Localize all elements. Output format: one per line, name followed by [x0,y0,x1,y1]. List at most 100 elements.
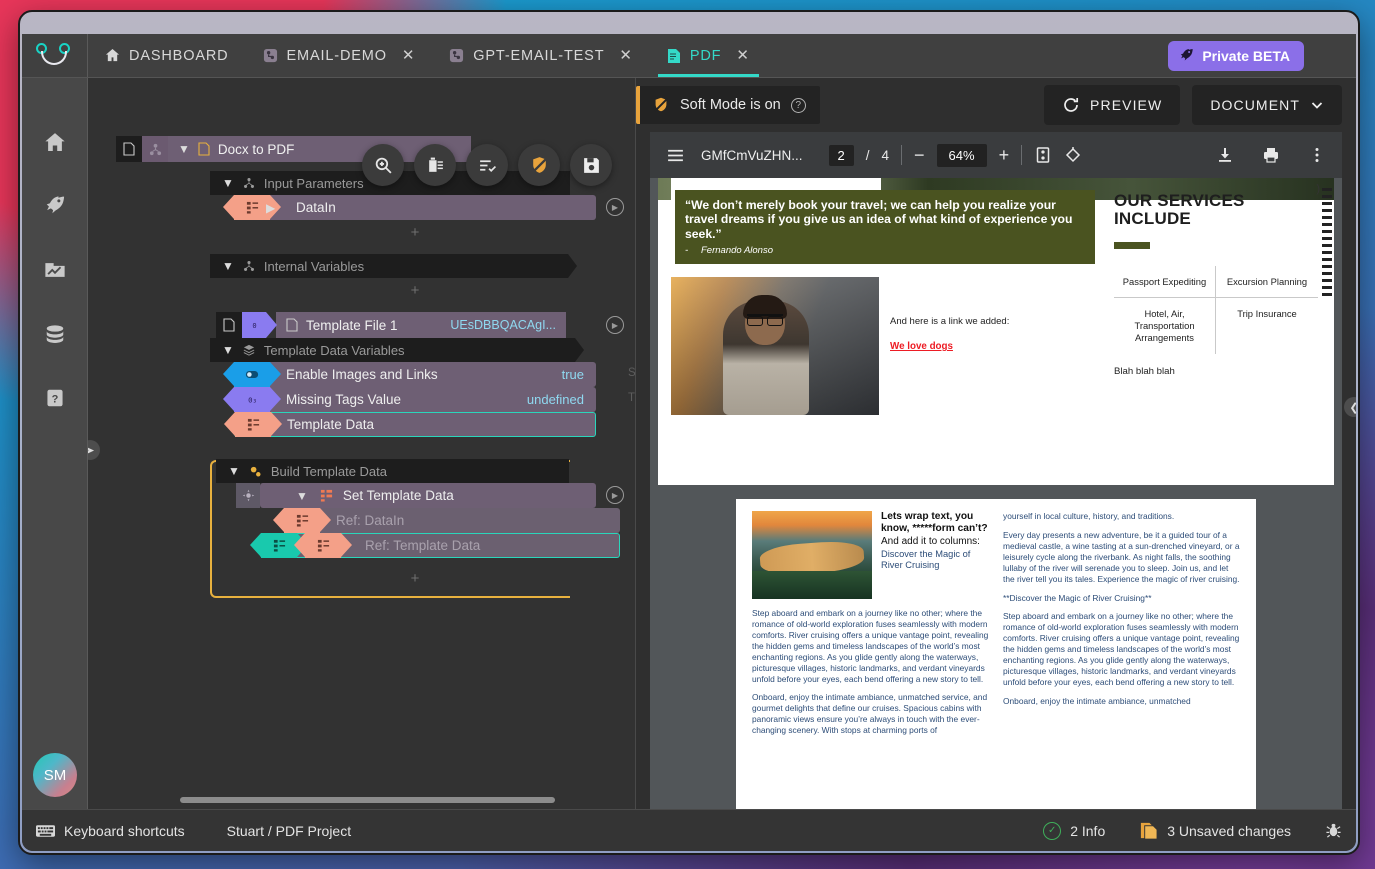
node-set-template-data[interactable]: ▼ Set Template Data [260,483,596,508]
rail-item-home[interactable] [33,120,77,164]
document-dropdown-button[interactable]: DOCUMENT [1192,85,1342,125]
node-ref-data-in[interactable]: Ref: DataIn [284,508,620,533]
node-ref-template-data[interactable]: Ref: Template Data [260,533,620,558]
tab-close-icon[interactable]: ✕ [402,48,415,63]
paragraph: Step aboard and embark on a journey like… [752,608,989,684]
zoom-level[interactable]: 64% [937,144,987,167]
workflow-icon [449,48,464,63]
node-enable-images-and-links[interactable]: Enable Images and Links true [234,362,596,387]
services-rule [1114,242,1150,249]
we-love-dogs-link[interactable]: We love dogs [890,341,953,352]
services-footer: Blah blah blah [1114,366,1318,377]
private-beta-badge[interactable]: Private BETA [1168,41,1304,71]
bug-icon [1325,822,1342,839]
workflow-pane: ▼ Docx to PDF ▼ Input Param [88,78,636,809]
page-2-subheading: And add it to columns: [881,536,989,548]
template-file-bar[interactable]: Template File 1 UEsDBBQACAgI... [276,312,566,338]
breadcrumb[interactable]: Stuart / PDF Project [227,823,351,839]
tab-gpt-email-test[interactable]: GPT-EMAIL-TEST ✕ [432,34,650,77]
zoom-out-button[interactable]: − [914,145,925,166]
tab-label: EMAIL-DEMO [287,48,387,64]
chevron-down-icon[interactable]: ▼ [222,260,234,272]
chevron-down-icon[interactable]: ▼ [178,143,190,155]
paragraph: Step aboard and embark on a journey like… [1003,611,1240,687]
chevron-down-icon[interactable]: ▼ [222,344,234,356]
run-template-file-button[interactable]: ▶ [606,316,624,334]
tab-close-icon[interactable]: ✕ [736,48,749,63]
service-cell: Excursion Planning [1216,266,1318,299]
document-icon [116,136,142,162]
node-label: Template Data [271,417,595,432]
node-template-data[interactable]: Template Data [234,412,596,437]
chevron-down-icon[interactable]: ▼ [222,177,234,189]
zoom-in-button[interactable]: + [999,145,1010,166]
soft-mode-button[interactable] [518,144,560,186]
keyboard-shortcuts-button[interactable]: Keyboard shortcuts [36,823,185,839]
quote-text: “We don’t merely book your travel; we ca… [685,198,1085,241]
save-button[interactable] [570,144,612,186]
section-template-data-variables[interactable]: ▼ Template Data Variables [210,338,575,362]
add-internal-variable[interactable]: + [234,282,596,299]
tab-pdf[interactable]: PDF ✕ [650,34,767,77]
svg-text:0₃: 0₃ [248,395,257,404]
collapse-right-handle[interactable]: ❮ [1344,397,1356,417]
delete-button[interactable] [414,144,456,186]
document-icon [667,48,681,64]
variable-tag-icon [305,533,341,558]
help-icon[interactable]: ? [791,98,806,113]
work-area: ▼ Docx to PDF ▼ Input Param [88,78,1356,809]
node-data-in[interactable]: DataIn ▶ [234,195,596,220]
group-icon [142,136,168,162]
chevron-down-icon[interactable]: ▼ [296,490,308,502]
debug-button[interactable] [1325,822,1342,839]
tab-close-icon[interactable]: ✕ [619,48,632,63]
rotate-icon[interactable] [1064,146,1082,164]
node-value: true [562,367,596,382]
chevron-right-icon[interactable]: ▶ [266,201,275,215]
tab-email-demo[interactable]: EMAIL-DEMO ✕ [246,34,433,77]
horizontal-scrollbar[interactable] [180,797,555,803]
help-icon: ? [44,387,66,409]
chevron-down-icon[interactable]: ▼ [228,465,240,477]
section-internal-variables[interactable]: ▼ Internal Variables [210,254,568,278]
info-status[interactable]: ✓ 2 Info [1043,822,1105,840]
hamburger-icon[interactable] [666,146,685,165]
app-logo[interactable] [22,34,88,77]
page-number-input[interactable]: 2 [829,145,854,166]
add-build-step[interactable]: + [234,570,596,587]
decorative-marks [1322,188,1332,298]
collapse-left-handle[interactable]: ➤ [88,440,100,460]
download-icon[interactable] [1216,146,1234,164]
section-label: Template Data Variables [264,343,405,358]
zoom-in-button[interactable] [362,144,404,186]
left-rail: ? SM [22,78,88,851]
section-label: Input Parameters [264,176,364,191]
tab-dashboard[interactable]: DASHBOARD [88,34,246,77]
fit-page-icon[interactable] [1034,146,1052,164]
more-vertical-icon[interactable] [1308,146,1326,164]
rail-item-help[interactable]: ? [33,376,77,420]
add-input-parameter[interactable]: + [234,224,596,241]
run-node-button[interactable]: ▶ [606,198,624,216]
page-2-heading: Lets wrap text, you know, *****form can’… [881,511,989,536]
keyboard-icon [36,824,55,838]
section-build-template-data[interactable]: ▼ Build Template Data [216,459,569,483]
rocket-icon [44,195,66,217]
workflow-root-label: Docx to PDF [218,142,295,157]
rail-item-deploy[interactable] [33,184,77,228]
node-missing-tags-value[interactable]: 0₃ Missing Tags Value undefined [234,387,596,412]
node-label: Enable Images and Links [270,367,562,382]
validate-button[interactable] [466,144,508,186]
page-separator: / [866,148,870,163]
template-file-row[interactable]: 0 Template File 1 UEsDBBQACAgI... [216,312,566,338]
unsaved-changes-status[interactable]: 3 Unsaved changes [1139,821,1291,840]
rail-item-analytics[interactable] [33,248,77,292]
tab-list: DASHBOARD EMAIL-DEMO ✕ GPT-EMAIL-TEST ✕ [88,34,1168,77]
preview-button[interactable]: PREVIEW [1044,85,1180,125]
print-icon[interactable] [1262,146,1280,164]
pdf-scroll-area[interactable]: ) “We don’t merely book your travel; we … [650,178,1342,809]
rail-item-data[interactable] [33,312,77,356]
avatar[interactable]: SM [33,753,77,797]
gear-icon[interactable] [236,483,260,508]
run-set-template-data-button[interactable]: ▶ [606,486,624,504]
